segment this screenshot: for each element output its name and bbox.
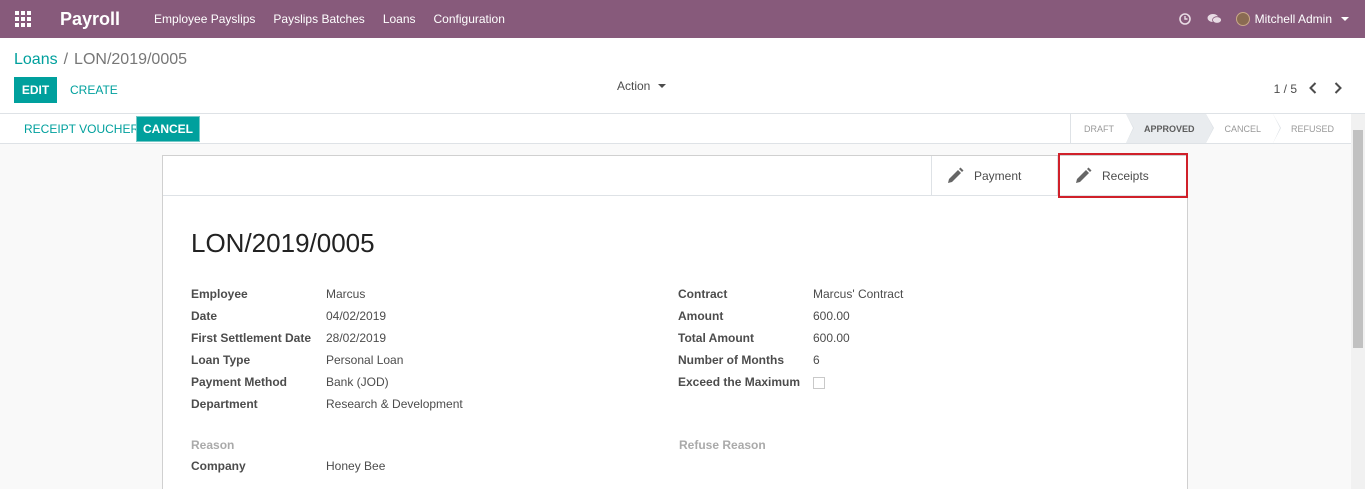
field-label: Date [191, 309, 218, 323]
menu-employee-payslips[interactable]: Employee Payslips [154, 12, 255, 26]
menu-loans[interactable]: Loans [383, 12, 416, 26]
field-department: Department Research & Development [191, 397, 463, 413]
action-dropdown[interactable]: Action [617, 78, 667, 94]
breadcrumb-separator: / [63, 51, 69, 68]
field-value[interactable]: 6 [813, 353, 820, 369]
app-name[interactable]: Payroll [60, 9, 120, 30]
edit-button[interactable]: EDIT [14, 77, 57, 103]
vertical-scrollbar[interactable] [1351, 114, 1365, 489]
field-label: Loan Type [191, 353, 251, 367]
field-first-settlement-date: First Settlement Date 28/02/2019 [191, 331, 386, 347]
chevron-down-icon[interactable] [1341, 17, 1349, 21]
field-total-amount: Total Amount 600.00 [678, 331, 850, 347]
exceed-maximum-checkbox[interactable] [813, 377, 825, 389]
pencil-icon [946, 167, 964, 185]
stage-draft[interactable]: DRAFT [1070, 114, 1134, 143]
field-exceed-maximum: Exceed the Maximum [678, 375, 825, 391]
statusbar: RECEIPT VOUCHER CANCEL DRAFT APPROVED CA… [0, 114, 1365, 144]
field-label: Payment Method [191, 375, 288, 389]
field-loan-type: Loan Type Personal Loan [191, 353, 403, 369]
action-label: Action [617, 79, 651, 93]
stage-refused[interactable]: REFUSED [1272, 114, 1348, 143]
top-navbar: Payroll Employee Payslips Payslips Batch… [0, 0, 1365, 38]
field-label: First Settlement Date [191, 331, 312, 345]
breadcrumb-current: LON/2019/0005 [74, 51, 188, 68]
caret-down-icon [658, 84, 667, 88]
field-value[interactable]: 600.00 [813, 331, 850, 347]
avatar[interactable] [1235, 12, 1250, 26]
field-value[interactable]: Marcus' Contract [813, 287, 903, 303]
stage-pipeline: DRAFT APPROVED CANCEL REFUSED [1069, 114, 1348, 143]
breadcrumb: Loans / LON/2019/0005 [14, 51, 187, 69]
smart-button-box: Payment Receipts [163, 156, 1187, 196]
field-value[interactable]: Bank (JOD) [326, 375, 389, 391]
field-contract: Contract Marcus' Contract [678, 287, 903, 303]
menu-payslips-batches[interactable]: Payslips Batches [273, 12, 364, 26]
scrollbar-thumb[interactable] [1353, 130, 1363, 348]
field-label: Employee [191, 287, 248, 301]
clock-icon[interactable] [1170, 0, 1200, 38]
field-label: Amount [678, 309, 724, 323]
receipt-voucher-button[interactable]: RECEIPT VOUCHER [14, 116, 149, 142]
field-label: Number of Months [678, 353, 784, 367]
menu-configuration[interactable]: Configuration [434, 12, 505, 26]
field-number-of-months: Number of Months 6 [678, 353, 820, 369]
control-panel: Loans / LON/2019/0005 EDIT CREATE Action 1… [0, 38, 1365, 114]
chat-icon[interactable] [1200, 0, 1230, 38]
create-button[interactable]: CREATE [64, 77, 124, 103]
apps-grid-icon[interactable] [0, 0, 46, 38]
payment-label: Payment [974, 169, 1022, 183]
field-value[interactable]: Personal Loan [326, 353, 403, 369]
field-employee: Employee Marcus [191, 287, 365, 303]
field-payment-method: Payment Method Bank (JOD) [191, 375, 389, 391]
field-value[interactable]: Research & Development [326, 397, 463, 413]
field-amount: Amount 600.00 [678, 309, 850, 325]
field-value[interactable]: 28/02/2019 [326, 331, 386, 347]
refuse-reason-label: Refuse Reason [679, 438, 766, 452]
chevron-left-icon[interactable] [1303, 79, 1323, 97]
reason-label: Reason [191, 438, 235, 452]
cancel-button[interactable]: CANCEL [136, 116, 200, 142]
field-label: Contract [678, 287, 728, 301]
chevron-right-icon[interactable] [1328, 79, 1348, 97]
field-value[interactable]: 600.00 [813, 309, 850, 325]
record-title: LON/2019/0005 [191, 228, 375, 258]
receipts-highlight-box [1058, 153, 1188, 198]
field-label: Exceed the Maximum [678, 375, 801, 389]
field-date: Date 04/02/2019 [191, 309, 386, 325]
field-company: Company Honey Bee [191, 459, 385, 475]
form-sheet: Payment Receipts LON/2019/0005 Employee … [162, 153, 1188, 489]
breadcrumb-loans[interactable]: Loans [14, 51, 58, 68]
field-label: Department [191, 397, 258, 411]
field-value[interactable]: Honey Bee [326, 459, 385, 475]
stage-cancel[interactable]: CANCEL [1206, 114, 1281, 143]
field-label: Company [191, 459, 246, 473]
user-name[interactable]: Mitchell Admin [1255, 12, 1332, 26]
field-value[interactable]: Marcus [326, 287, 365, 303]
field-label: Total Amount [678, 331, 754, 345]
field-value[interactable]: 04/02/2019 [326, 309, 386, 325]
pager-value[interactable]: 1 / 5 [1274, 82, 1297, 96]
payment-smart-button[interactable]: Payment [931, 156, 1057, 196]
stage-approved[interactable]: APPROVED [1125, 114, 1214, 143]
